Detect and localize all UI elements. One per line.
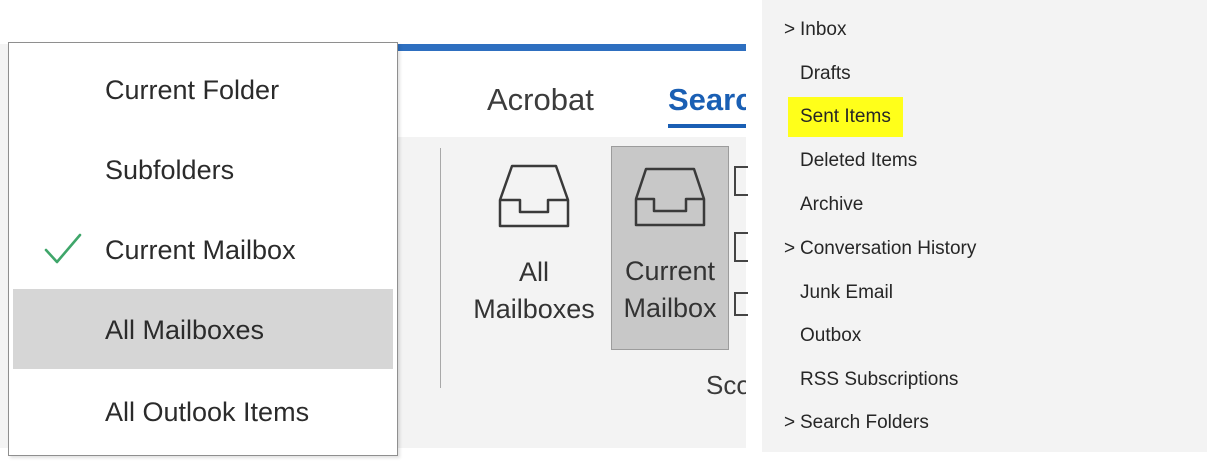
chevron-right-icon[interactable]: > [784, 403, 798, 443]
folder-icon[interactable] [734, 166, 748, 196]
active-tab-indicator [668, 124, 746, 128]
folder-item-label: Archive [800, 194, 864, 215]
ribbon-title-bar [398, 44, 746, 51]
chevron-right-icon[interactable]: > [784, 10, 798, 50]
menu-item-label: Current Mailbox [105, 235, 296, 265]
folder-pane: > Inbox Drafts Sent Items Deleted Items … [762, 0, 1207, 452]
current-mailbox-label-line2: Mailbox [623, 293, 717, 323]
ribbon-group-divider [440, 148, 441, 388]
calendar-icon[interactable] [734, 292, 748, 316]
current-mailbox-button[interactable]: Current Mailbox [611, 146, 729, 350]
menu-item-label: Current Folder [105, 75, 280, 105]
tab-search[interactable]: Search [668, 82, 746, 118]
all-mailboxes-label-line2: Mailboxes [473, 294, 595, 324]
folder-item-label: Junk Email [800, 282, 893, 303]
chevron-right-icon[interactable]: > [784, 229, 798, 269]
ribbon-group-label: Scope [706, 370, 746, 400]
folder-item-label: Conversation History [800, 238, 977, 259]
menu-item-label: All Mailboxes [105, 315, 265, 345]
folder-item-label: Drafts [800, 63, 851, 84]
menu-item-label: All Outlook Items [105, 397, 310, 427]
folder-item-label: Sent Items [788, 97, 903, 137]
current-mailbox-label-line1: Current [624, 256, 716, 286]
folder-item-label: Deleted Items [800, 150, 918, 171]
menu-item-current-mailbox[interactable]: Current Mailbox [13, 209, 393, 289]
menu-item-all-outlook-items[interactable]: All Outlook Items [13, 371, 393, 451]
window-edge [0, 44, 8, 448]
folder-item-label: RSS Subscriptions [800, 369, 959, 390]
all-mailboxes-label-line1: All [518, 257, 549, 287]
folder-item-label: Outbox [800, 325, 862, 346]
check-icon [44, 233, 82, 264]
menu-item-label: Subfolders [105, 155, 235, 185]
inbox-tray-icon [634, 167, 706, 227]
search-scope-dropdown: Current Folder Subfolders Current Mailbo… [8, 42, 398, 456]
folder-item-label: Search Folders [800, 412, 929, 433]
inbox-tray-icon [498, 164, 570, 228]
all-mailboxes-button[interactable]: All Mailboxes [462, 146, 606, 350]
tab-acrobat[interactable]: Acrobat [487, 82, 594, 118]
folder-item-label: Inbox [800, 19, 847, 40]
menu-item-subfolders[interactable]: Subfolders [13, 129, 393, 209]
menu-item-all-mailboxes[interactable]: All Mailboxes [13, 289, 393, 369]
subfolder-icon[interactable] [734, 232, 748, 262]
menu-item-current-folder[interactable]: Current Folder [13, 49, 393, 129]
